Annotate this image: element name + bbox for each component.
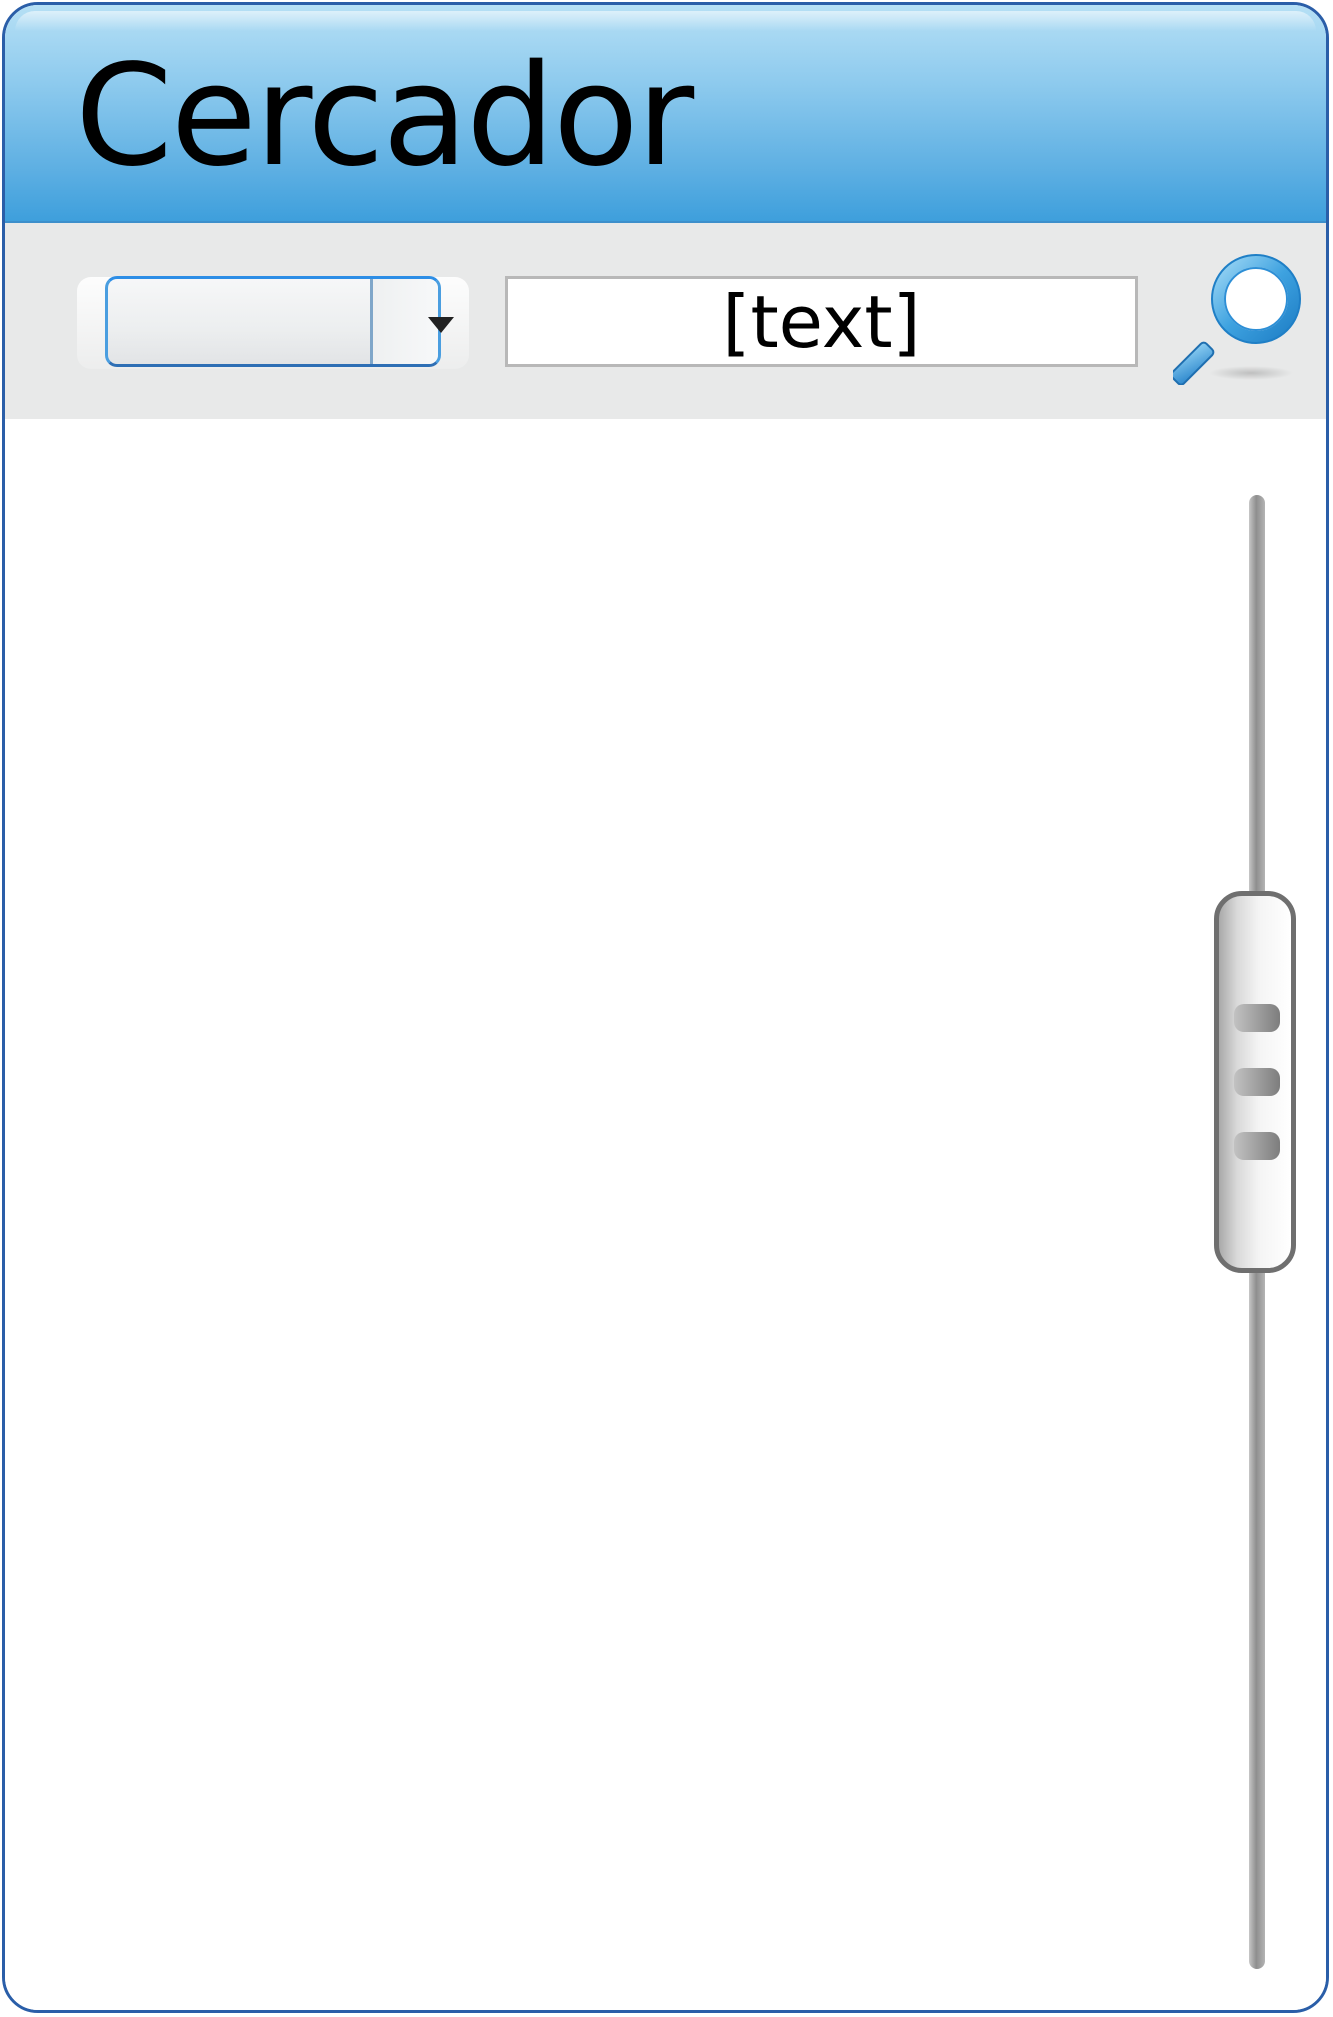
search-toolbar [5,223,1326,419]
search-window: Cercador [2,2,1329,2013]
chevron-down-icon[interactable] [428,317,454,333]
grip-line-icon [1234,1068,1280,1096]
results-area [5,419,1326,2010]
search-input[interactable] [505,276,1138,367]
search-icon [1170,254,1301,386]
title-bar: Cercador [5,5,1326,223]
grip-line-icon [1234,1004,1280,1032]
search-button[interactable] [1170,253,1303,386]
window-title: Cercador [75,35,694,198]
category-dropdown[interactable] [105,276,454,367]
scrollbar-thumb[interactable] [1214,891,1296,1273]
dropdown-divider [370,279,373,364]
grip-line-icon [1234,1132,1280,1160]
